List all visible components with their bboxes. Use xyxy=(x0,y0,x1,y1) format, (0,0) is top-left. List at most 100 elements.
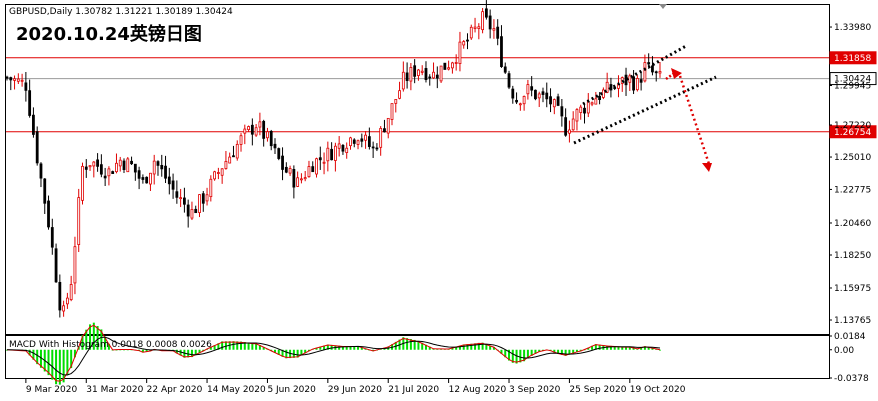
candle-body xyxy=(315,158,318,175)
candle-body xyxy=(367,136,371,147)
candle-body xyxy=(130,160,133,165)
candle-body xyxy=(417,69,420,76)
candle-body xyxy=(560,106,564,117)
candle-body xyxy=(568,129,571,134)
candle-body xyxy=(247,126,250,130)
candle-body xyxy=(20,79,24,82)
candle-body xyxy=(254,127,258,136)
candle-body xyxy=(243,128,247,134)
candle-body xyxy=(500,36,503,67)
candle-body xyxy=(62,305,66,312)
candle-body xyxy=(296,177,300,187)
candle-body xyxy=(405,72,409,81)
candle-body xyxy=(352,139,356,144)
candle-body xyxy=(481,11,484,31)
candle-body xyxy=(32,114,35,135)
candle-body xyxy=(164,165,167,179)
candle-body xyxy=(194,208,198,214)
candle-body xyxy=(235,143,239,159)
candle-body xyxy=(515,99,518,103)
candle-body xyxy=(277,148,281,159)
candle-body xyxy=(99,164,103,175)
candle-body xyxy=(273,143,277,149)
price-tick-label: 1.20460 xyxy=(834,219,871,229)
candle-body xyxy=(92,161,96,167)
candle-body xyxy=(284,166,288,173)
candle-body xyxy=(601,89,605,98)
date-tick-label: 14 May 2020 xyxy=(207,385,266,395)
candle-body xyxy=(349,137,352,147)
candle-body xyxy=(333,145,337,161)
candle-body xyxy=(534,89,537,100)
candle-body xyxy=(288,168,292,174)
candle-body xyxy=(58,281,62,311)
price-tick-label: 1.25010 xyxy=(834,153,871,163)
price-tick-label: 1.27220 xyxy=(834,121,871,131)
candle-body xyxy=(47,200,50,228)
candle-body xyxy=(575,109,579,122)
candle-body xyxy=(345,147,349,153)
date-tick-label: 12 Aug 2020 xyxy=(449,385,507,395)
candle-body xyxy=(145,176,149,184)
candle-body xyxy=(266,131,269,139)
candle-body xyxy=(447,67,451,70)
candle-body xyxy=(390,103,394,120)
candle-body xyxy=(281,155,284,170)
date-axis: 9 Mar 2020 31 Mar 2020 22 Apr 2020 14 May 2… xyxy=(25,379,686,395)
candle-body xyxy=(556,96,560,106)
chart-title: 2020.10.24英镑日图 xyxy=(16,23,202,45)
price-axis: 1.33980 1.29945 1.27220 1.25010 1.22775 1.204… xyxy=(829,23,871,326)
candle-body xyxy=(549,96,552,105)
candle-body xyxy=(364,134,367,141)
candle-body xyxy=(371,146,375,149)
candle-body xyxy=(115,162,118,173)
candle-body xyxy=(213,171,217,180)
candle-body xyxy=(401,71,405,90)
candle-body xyxy=(216,172,220,174)
date-tick-label: 29 Jun 2020 xyxy=(328,385,382,395)
candle-body xyxy=(103,175,107,179)
candle-body xyxy=(624,74,628,86)
chart-canvas[interactable]: 1.318581.304241.26754 0.01840.00-0.0378 … xyxy=(0,0,878,401)
date-tick-label: 31 Mar 2020 xyxy=(86,385,143,395)
candle-body xyxy=(454,62,458,64)
candle-body xyxy=(152,160,156,175)
candle-body xyxy=(360,138,364,142)
price-tick-label: 1.15975 xyxy=(834,284,871,294)
candle-body xyxy=(639,79,643,83)
price-tick-label: 1.22775 xyxy=(834,185,871,195)
candle-body xyxy=(492,28,496,31)
candle-body xyxy=(450,62,454,69)
candle-body xyxy=(269,130,273,147)
candle-body xyxy=(258,121,262,128)
candle-body xyxy=(300,178,303,181)
candle-body xyxy=(88,165,92,168)
candle-body xyxy=(122,160,126,170)
candle-body xyxy=(484,8,488,18)
macd-histogram-bar xyxy=(55,349,58,385)
candle-body xyxy=(394,99,398,104)
price-tick-label: 1.18250 xyxy=(834,251,871,261)
price-tick-label: 1.29945 xyxy=(834,82,871,92)
macd-tick-label: -0.0378 xyxy=(834,374,869,384)
candle-body xyxy=(322,161,326,164)
candle-body xyxy=(190,209,194,219)
candle-body xyxy=(183,197,186,205)
candle-body xyxy=(375,147,379,150)
candle-body xyxy=(228,156,232,164)
candle-body xyxy=(590,102,594,105)
macd-tick-label: 0.00 xyxy=(834,346,854,356)
candle-body xyxy=(424,68,428,80)
candle-body xyxy=(77,197,81,245)
candle-body xyxy=(594,98,598,105)
candle-body xyxy=(628,75,632,83)
candle-body xyxy=(420,70,424,73)
candle-body xyxy=(654,71,658,74)
candle-body xyxy=(356,140,360,145)
candle-body xyxy=(545,92,549,100)
candle-body xyxy=(5,76,9,79)
candle-body xyxy=(552,99,556,108)
date-tick-label: 3 Sep 2020 xyxy=(509,385,561,395)
macd-histogram-bar xyxy=(51,349,54,380)
candle-body xyxy=(443,62,447,70)
